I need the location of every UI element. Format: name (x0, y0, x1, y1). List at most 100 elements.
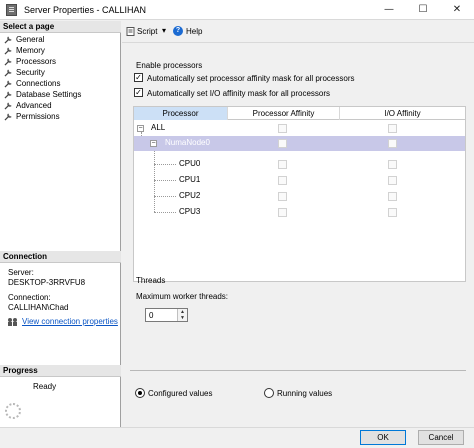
script-icon (126, 27, 135, 36)
column-header-io-affinity[interactable]: I/O Affinity (340, 107, 465, 120)
maximize-button[interactable]: ☐ (406, 0, 440, 20)
right-pane: Script ▾ ? Help Enable processors ✓ Auto… (122, 21, 474, 427)
processor-name: ALL (151, 123, 166, 132)
page-item-label: Permissions (16, 112, 60, 121)
running-values-radio[interactable] (264, 388, 274, 398)
script-label: Script (137, 27, 158, 36)
io-affinity-checkbox[interactable] (388, 124, 397, 133)
io-affinity-checkbox[interactable] (388, 176, 397, 185)
page-item-processors[interactable]: Processors (0, 56, 121, 67)
wrench-icon (4, 36, 12, 44)
auto-io-affinity-label: Automatically set I/O affinity mask for … (147, 89, 331, 98)
processor-name: NumaNode0 (165, 138, 210, 147)
collapse-icon[interactable]: − (150, 140, 157, 147)
configured-values-label: Configured values (148, 389, 213, 398)
io-affinity-checkbox[interactable] (388, 192, 397, 201)
configured-values-radio[interactable] (135, 388, 145, 398)
auto-processor-affinity-checkbox[interactable]: ✓ (134, 73, 143, 82)
page-item-database-settings[interactable]: Database Settings (0, 89, 121, 100)
separator-line (130, 370, 466, 371)
window-title: Server Properties - CALLIHAN (24, 5, 147, 15)
processor-name: CPU3 (179, 207, 201, 216)
processor-row-numanode0[interactable]: − NumaNode0 (134, 136, 465, 151)
page-item-label: Connections (16, 79, 61, 88)
processor-affinity-checkbox[interactable] (278, 124, 287, 133)
script-dropdown-icon[interactable]: ▾ (162, 26, 166, 35)
wrench-icon (4, 102, 12, 110)
spin-down-button[interactable]: ▼ (178, 315, 187, 321)
grid-header: Processor Processor Affinity I/O Affinit… (134, 107, 465, 120)
max-worker-threads-value: 0 (149, 311, 154, 320)
page-item-general[interactable]: General (0, 34, 121, 45)
server-value: DESKTOP-3RRVFU8 (8, 278, 86, 287)
connection-label: Connection: (8, 293, 51, 302)
processor-row-cpu0[interactable]: CPU0 (134, 157, 465, 172)
processor-row-cpu1[interactable]: CPU1 (134, 173, 465, 188)
processor-affinity-checkbox[interactable] (278, 192, 287, 201)
column-header-processor-affinity[interactable]: Processor Affinity (228, 107, 340, 120)
processor-affinity-checkbox[interactable] (278, 208, 287, 217)
wrench-icon (4, 91, 12, 99)
connection-value: CALLIHAN\Chad (8, 303, 69, 312)
processor-row-all[interactable]: − ALL (134, 121, 465, 136)
page-item-label: Database Settings (16, 90, 82, 99)
column-header-processor[interactable]: Processor (134, 107, 228, 120)
io-affinity-checkbox[interactable] (388, 139, 397, 148)
toolbar: Script ▾ ? Help (122, 21, 474, 43)
processor-grid[interactable]: Processor Processor Affinity I/O Affinit… (133, 106, 466, 282)
auto-processor-affinity-label: Automatically set processor affinity mas… (147, 74, 355, 83)
page-item-label: Security (16, 68, 45, 77)
progress-header: Progress (0, 365, 121, 377)
view-connection-properties-link[interactable]: View connection properties (22, 317, 118, 327)
left-pane: Select a page General Memory Processors … (0, 21, 121, 427)
wrench-icon (4, 80, 12, 88)
cancel-button[interactable]: Cancel (418, 430, 464, 445)
collapse-icon[interactable]: − (137, 125, 144, 132)
processor-row-cpu2[interactable]: CPU2 (134, 189, 465, 204)
page-item-permissions[interactable]: Permissions (0, 111, 121, 122)
connection-properties-icon (8, 318, 17, 326)
progress-status: Ready (33, 382, 57, 391)
processor-affinity-checkbox[interactable] (278, 139, 287, 148)
wrench-icon (4, 58, 12, 66)
server-label: Server: (8, 268, 34, 277)
spinner-buttons: ▲ ▼ (177, 309, 187, 321)
connection-header: Connection (0, 251, 121, 263)
processor-row-cpu3[interactable]: CPU3 (134, 205, 465, 220)
minimize-button[interactable]: — (372, 0, 406, 20)
title-bar: Server Properties - CALLIHAN — ☐ ✕ (0, 0, 474, 20)
wrench-icon (4, 47, 12, 55)
select-page-header: Select a page (0, 21, 121, 33)
processor-name: CPU0 (179, 159, 201, 168)
page-item-connections[interactable]: Connections (0, 78, 121, 89)
wrench-icon (4, 113, 12, 121)
running-values-label: Running values (277, 389, 333, 398)
wrench-icon (4, 69, 12, 77)
ok-button[interactable]: OK (360, 430, 406, 445)
auto-io-affinity-checkbox[interactable]: ✓ (134, 88, 143, 97)
page-item-label: General (16, 35, 45, 44)
page-item-advanced[interactable]: Advanced (0, 100, 121, 111)
progress-spinner-icon (5, 403, 21, 419)
page-item-memory[interactable]: Memory (0, 45, 121, 56)
page-item-label: Memory (16, 46, 45, 55)
server-app-icon (6, 4, 17, 16)
page-item-label: Processors (16, 57, 57, 66)
max-worker-threads-label: Maximum worker threads: (136, 292, 229, 301)
page-item-label: Advanced (16, 101, 52, 110)
close-button[interactable]: ✕ (440, 0, 474, 20)
max-worker-threads-input[interactable]: 0 ▲ ▼ (145, 308, 188, 322)
help-icon: ? (173, 26, 183, 36)
enable-processors-label: Enable processors (136, 61, 203, 70)
page-list: General Memory Processors Security Conne… (0, 34, 121, 122)
processor-name: CPU2 (179, 191, 201, 200)
processor-name: CPU1 (179, 175, 201, 184)
io-affinity-checkbox[interactable] (388, 160, 397, 169)
help-label: Help (186, 27, 203, 36)
io-affinity-checkbox[interactable] (388, 208, 397, 217)
processor-affinity-checkbox[interactable] (278, 160, 287, 169)
processor-affinity-checkbox[interactable] (278, 176, 287, 185)
button-bar: OK Cancel (0, 427, 474, 448)
threads-header: Threads (136, 276, 166, 285)
page-item-security[interactable]: Security (0, 67, 121, 78)
